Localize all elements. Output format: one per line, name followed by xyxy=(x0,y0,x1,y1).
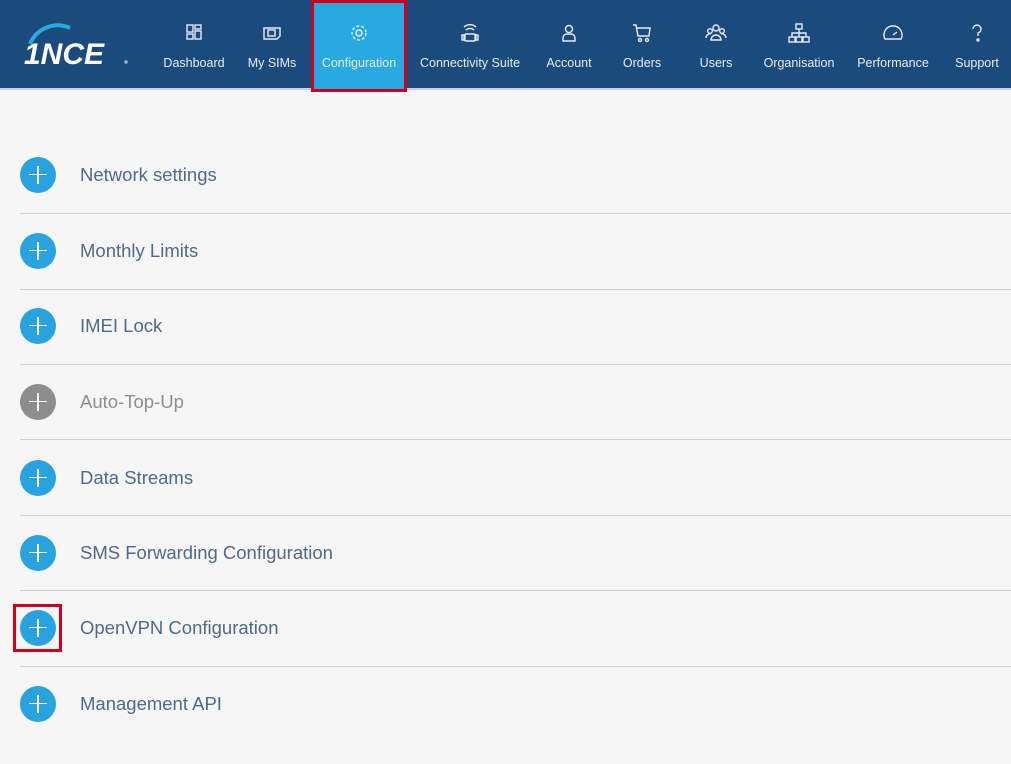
expand-plus-icon[interactable] xyxy=(20,156,56,193)
expand-plus-icon[interactable] xyxy=(20,685,56,722)
top-navigation: 1NCE Dashboard My SIMs Configuration Con… xyxy=(0,0,1011,92)
expand-plus-icon[interactable] xyxy=(20,534,56,571)
section-data-streams[interactable]: Data Streams xyxy=(20,440,1011,515)
nav-configuration[interactable]: Configuration xyxy=(311,0,407,92)
section-management-api[interactable]: Management API xyxy=(20,666,1011,741)
nav-users[interactable]: Users xyxy=(692,0,740,88)
gear-icon xyxy=(351,25,367,41)
sim-icon xyxy=(263,27,281,40)
svg-text:1NCE: 1NCE xyxy=(24,38,105,71)
highlight-box xyxy=(13,604,62,652)
user-icon xyxy=(562,24,576,42)
dashboard-icon xyxy=(186,24,202,40)
section-auto-top-up: Auto-Top-Up xyxy=(20,364,1011,439)
1nce-logo[interactable]: 1NCE xyxy=(22,22,132,72)
org-chart-icon xyxy=(788,23,810,43)
nav-organisation[interactable]: Organisation xyxy=(759,0,839,88)
gauge-icon xyxy=(883,25,903,40)
nav-dashboard[interactable]: Dashboard xyxy=(160,0,228,88)
section-imei-lock[interactable]: IMEI Lock xyxy=(20,288,1011,363)
nav-orders[interactable]: Orders xyxy=(618,0,666,88)
nav-account[interactable]: Account xyxy=(540,0,598,88)
nav-connectivity-suite[interactable]: Connectivity Suite xyxy=(415,0,525,88)
section-openvpn-configuration[interactable]: OpenVPN Configuration xyxy=(20,590,1011,665)
question-icon xyxy=(972,24,982,42)
expand-plus-icon[interactable] xyxy=(20,232,56,269)
users-icon xyxy=(705,24,727,41)
nav-performance[interactable]: Performance xyxy=(853,0,933,88)
connectivity-icon xyxy=(461,24,479,42)
expand-plus-icon[interactable] xyxy=(20,307,56,344)
section-monthly-limits[interactable]: Monthly Limits xyxy=(20,213,1011,288)
expand-plus-icon xyxy=(20,383,56,420)
expand-plus-icon[interactable] xyxy=(20,459,56,496)
section-sms-forwarding[interactable]: SMS Forwarding Configuration xyxy=(20,515,1011,590)
cart-icon xyxy=(633,24,651,43)
nav-my-sims[interactable]: My SIMs xyxy=(246,0,298,88)
section-network-settings[interactable]: Network settings xyxy=(20,137,1011,212)
nav-support[interactable]: Support xyxy=(951,0,1003,88)
